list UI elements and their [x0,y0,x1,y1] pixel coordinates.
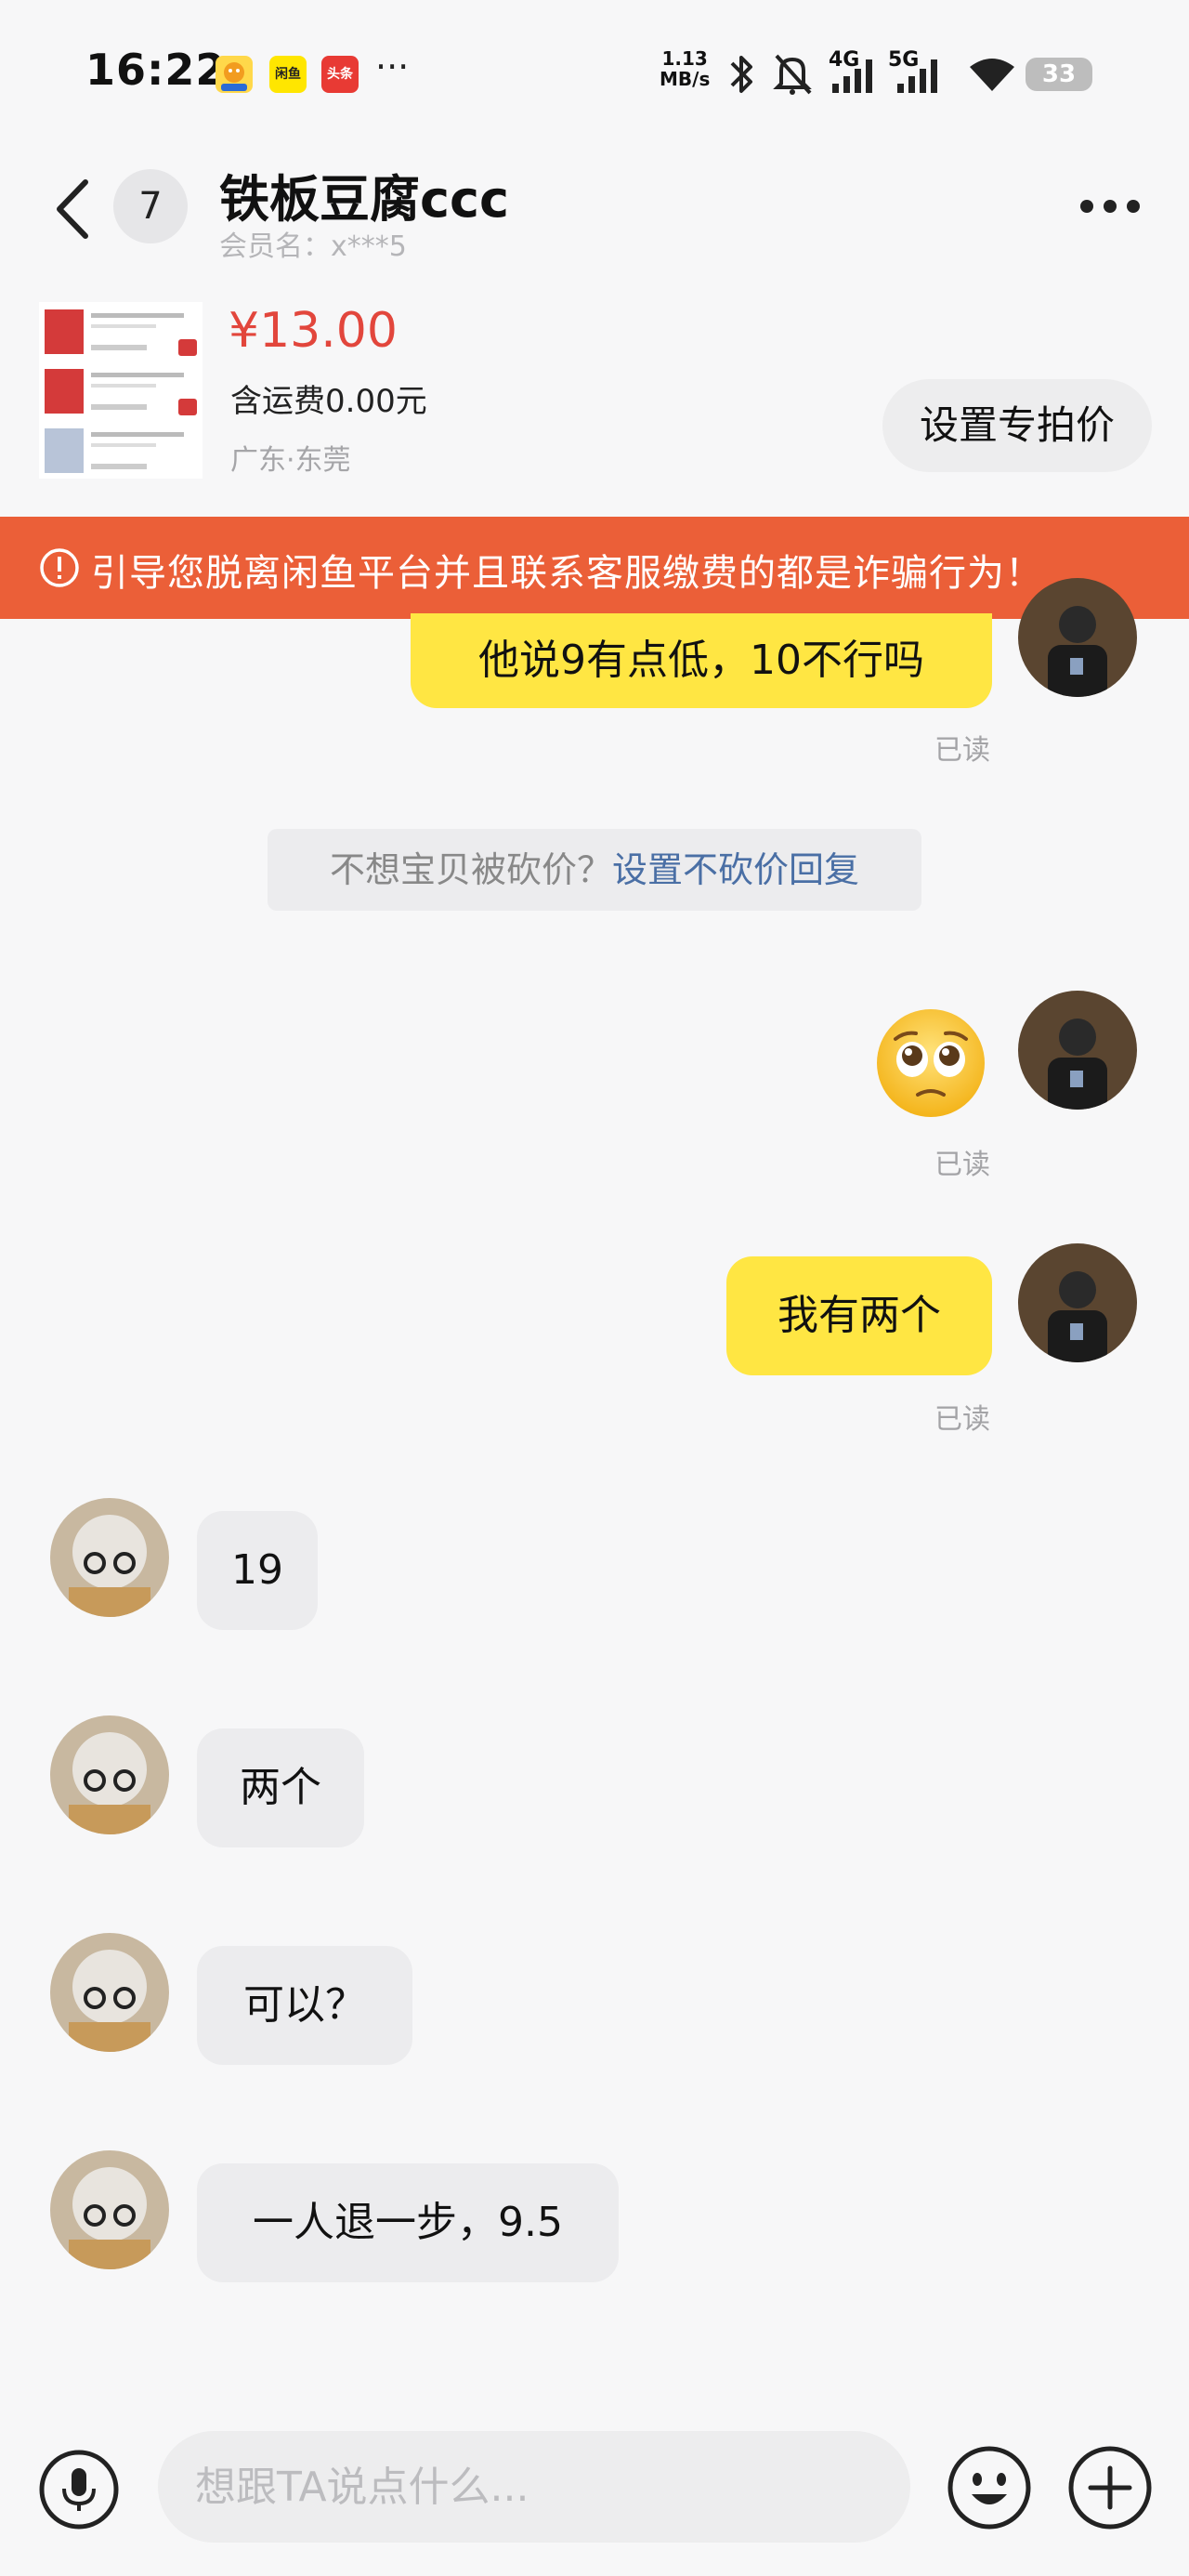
warning-icon [39,547,80,588]
unread-count-badge[interactable]: 7 [113,169,188,243]
member-name: 会员名：x***5 [219,230,407,263]
network-speed: 1.13 MB/s [660,48,710,89]
contact-avatar[interactable] [50,1933,169,2052]
my-avatar[interactable] [1018,1243,1137,1362]
signal-5g-icon: 5G [888,48,946,102]
message-bubble-incoming[interactable]: 两个 [197,1728,364,1847]
read-receipt: 已读 [934,1403,990,1436]
tip-text: 不想宝贝被砍价？ [329,849,612,890]
contact-avatar[interactable] [50,2150,169,2269]
notification-app-icon [216,56,253,93]
message-bubble-outgoing[interactable]: 他说9有点低，10不行吗 [411,613,992,708]
product-thumbnail[interactable] [39,302,203,479]
my-avatar[interactable] [1018,578,1137,697]
emoji-button[interactable] [946,2444,1033,2531]
fraud-warning-banner: 引导您脱离闲鱼平台并且联系客服缴费的都是诈骗行为！ [0,517,1189,619]
message-bubble-outgoing[interactable]: 我有两个 [726,1256,992,1375]
network-speed-unit: MB/s [660,68,711,90]
voice-input-button[interactable] [37,2448,121,2531]
toutiao-app-icon: 头条 [321,56,359,93]
chat-title: 铁板豆腐ccc [219,170,510,229]
message-input[interactable] [158,2431,910,2543]
my-avatar[interactable] [1018,991,1137,1110]
read-receipt: 已读 [934,734,990,767]
contact-avatar[interactable] [50,1715,169,1834]
message-bubble-incoming[interactable]: 可以？ [197,1946,412,2065]
more-actions-button[interactable] [1066,2444,1154,2531]
contact-avatar[interactable] [50,1498,169,1617]
shipping-fee: 含运费0.00元 [230,383,427,420]
read-receipt: 已读 [934,1149,990,1181]
message-bubble-incoming[interactable]: 19 [197,1511,318,1630]
warning-text: 引导您脱离闲鱼平台并且联系客服缴费的都是诈骗行为！ [91,552,1043,595]
product-price: ¥13.00 [229,303,398,359]
wifi-icon [966,54,1018,99]
mute-icon [771,50,814,102]
signal-4g-icon: 4G [829,48,881,102]
no-bargain-tip: 不想宝贝被砍价？设置不砍价回复 [268,829,921,911]
bluetooth-icon [725,50,758,102]
battery-indicator: 33 [1026,58,1092,91]
xianyu-app-icon: 闲鱼 [269,56,307,93]
pleading-face-emoji[interactable] [873,1005,988,1124]
back-icon[interactable] [52,177,97,242]
set-no-bargain-reply-link[interactable]: 设置不砍价回复 [612,849,859,890]
more-notifications-icon: ··· [375,46,410,87]
message-bubble-incoming[interactable]: 一人退一步，9.5 [197,2163,619,2282]
product-location: 广东·东莞 [230,444,351,477]
status-time: 16:22 [85,45,227,95]
more-options-icon[interactable] [1078,195,1143,217]
network-speed-value: 1.13 [661,47,708,70]
set-special-price-button[interactable]: 设置专拍价 [882,379,1152,472]
